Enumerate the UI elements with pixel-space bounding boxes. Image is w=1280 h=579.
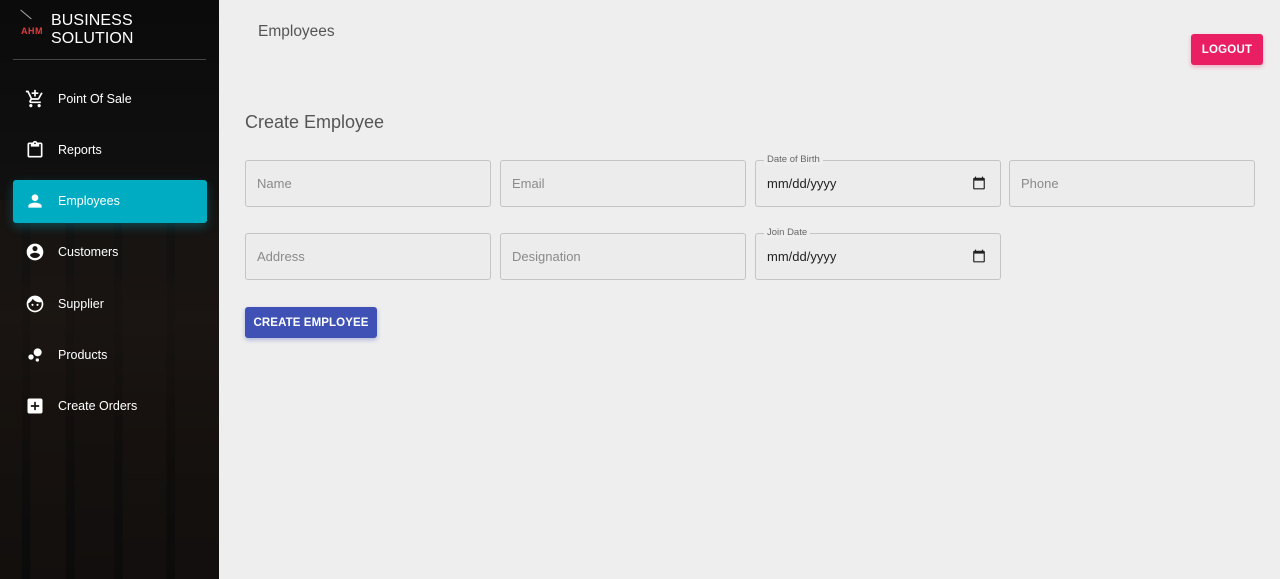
- dob-field[interactable]: Date of Birth mm/dd/yyyy: [755, 154, 1001, 207]
- sidebar-item-create-orders[interactable]: Create Orders: [13, 385, 207, 428]
- designation-field-wrapper: [500, 233, 746, 280]
- sidebar-item-label: Supplier: [58, 296, 104, 311]
- sidebar-item-label: Create Orders: [58, 399, 138, 414]
- join-date-label: Join Date: [764, 227, 811, 238]
- page-title: Employees: [258, 23, 335, 40]
- sidebar-item-label: Point Of Sale: [58, 91, 132, 106]
- logout-button[interactable]: LOGOUT: [1191, 34, 1263, 65]
- face-icon: [25, 294, 45, 314]
- bubble-chart-icon: [25, 345, 45, 365]
- email-field[interactable]: [501, 161, 745, 206]
- address-field[interactable]: [246, 234, 490, 279]
- sidebar-item-customers[interactable]: Customers: [13, 231, 207, 274]
- form-title: Create Employee: [245, 112, 385, 132]
- brand[interactable]: AHM BUSINESS SOLUTION: [13, 0, 206, 60]
- name-field-wrapper: [245, 160, 491, 207]
- sidebar-item-point-of-sale[interactable]: Point Of Sale: [13, 77, 207, 120]
- calendar-icon[interactable]: [972, 249, 986, 263]
- main-content: Employees LOGOUT Create Employee Date of…: [219, 0, 1280, 579]
- sidebar: AHM BUSINESS SOLUTION Point Of Sale Repo…: [0, 0, 219, 579]
- calendar-icon[interactable]: [972, 176, 986, 190]
- join-date-field[interactable]: Join Date mm/dd/yyyy: [755, 227, 1001, 280]
- brand-logo: AHM: [21, 26, 43, 36]
- add-box-icon: [25, 396, 45, 416]
- person-icon: [25, 191, 45, 211]
- join-date-value: mm/dd/yyyy: [767, 249, 837, 264]
- email-field-wrapper: [500, 160, 746, 207]
- cart-icon: [25, 89, 45, 109]
- dob-label: Date of Birth: [764, 154, 823, 165]
- brand-title: BUSINESS SOLUTION: [51, 11, 134, 47]
- clipboard-icon: [25, 140, 45, 160]
- sidebar-item-reports[interactable]: Reports: [13, 128, 207, 171]
- sidebar-item-label: Customers: [58, 245, 119, 260]
- sidebar-item-supplier[interactable]: Supplier: [13, 282, 207, 325]
- sidebar-item-label: Reports: [58, 142, 102, 157]
- name-field[interactable]: [246, 161, 490, 206]
- sidebar-item-products[interactable]: Products: [13, 333, 207, 376]
- address-field-wrapper: [245, 233, 491, 280]
- phone-field[interactable]: [1010, 161, 1254, 206]
- sidebar-item-label: Employees: [58, 194, 120, 209]
- create-employee-button[interactable]: CREATE EMPLOYEE: [245, 307, 377, 338]
- sidebar-nav: Point Of Sale Reports Employees Customer…: [0, 77, 219, 428]
- sidebar-item-employees[interactable]: Employees: [13, 179, 207, 223]
- sidebar-item-label: Products: [58, 347, 108, 362]
- phone-field-wrapper: [1009, 160, 1255, 207]
- dob-value: mm/dd/yyyy: [767, 176, 837, 191]
- account-circle-icon: [25, 242, 45, 262]
- designation-field[interactable]: [501, 234, 745, 279]
